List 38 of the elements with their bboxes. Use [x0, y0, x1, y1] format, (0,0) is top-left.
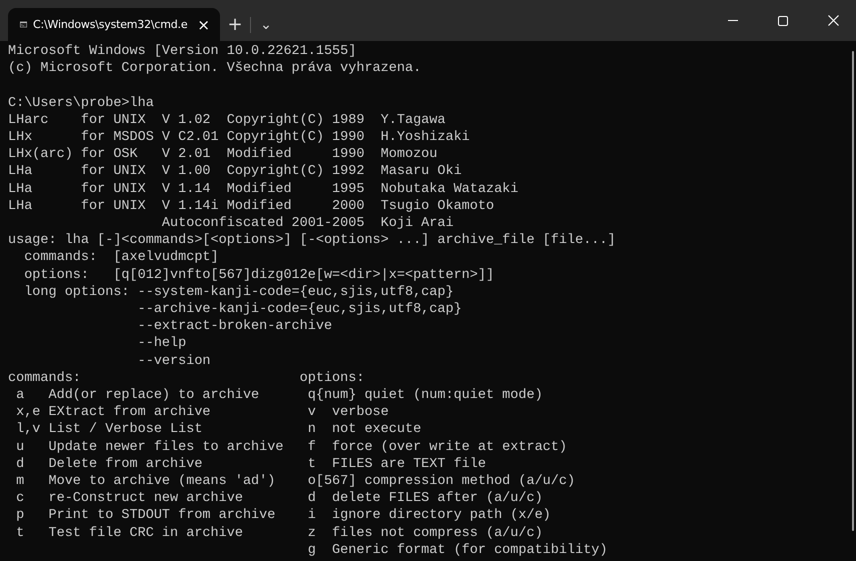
terminal-line: --version	[136, 352, 211, 370]
terminal-line: LHa for UNIX V 1.14 Modified 1995 Nobutaka Watazaki	[8, 180, 518, 198]
terminal-tab[interactable]: C:\Windows\system32\cmd.e ×	[8, 8, 220, 41]
terminal-line: t Test file CRC in archive z files not compress (a/u/c)	[15, 524, 543, 542]
terminal-line: Autoconfiscated 2001-2005 Koji Arai	[160, 215, 454, 232]
scrollbar[interactable]	[852, 51, 854, 531]
close-icon	[828, 15, 838, 26]
terminal-line: LHarc for UNIX V 1.02 Copyright(C) 1989 Y.Tagawa	[8, 112, 446, 129]
maximize-icon	[778, 16, 788, 26]
terminal-line: g Generic format (for compatibility)	[306, 542, 608, 560]
terminal-line: LHx(arc) for OSK V 2.01 Modified 1990 Momozou	[8, 146, 438, 164]
terminal-line: commands: [axelvudmcpt]	[23, 249, 219, 267]
terminal-line: --help	[136, 335, 186, 353]
terminal-line: --archive-kanji-code={euc,sjis,utf8,cap}	[136, 301, 462, 318]
minimize-icon	[728, 20, 738, 21]
terminal-line: --extract-broken-archive	[136, 318, 332, 336]
terminal-line: u Update newer files to archive f force (over write at extract)	[15, 438, 567, 456]
terminal-line: LHa for UNIX V 1.00 Copyright(C) 1992 Masaru Oki	[8, 163, 462, 181]
dropdown-button[interactable]: ⌄	[251, 8, 281, 41]
terminal-line: (c) Microsoft Corporation. Všechna práva vyhrazena.	[8, 60, 422, 78]
terminal-line: options: [q[012]vnfto[567]dizg012e[w=<dir>|x=<pattern>]]	[23, 266, 494, 284]
terminal-line: C:\Users\probe>lha	[8, 94, 154, 112]
tab-title: C:\Windows\system32\cmd.e	[33, 18, 188, 31]
terminal-line: x,e EXtract from archive v verbose	[15, 404, 389, 422]
terminal-line: l,v List / Verbose List n not execute	[15, 421, 422, 439]
terminal-line: c re-Construct new archive d delete FILES after (a/u/c)	[15, 490, 543, 508]
terminal-line: Microsoft Windows [Version 10.0.22621.1555]	[8, 43, 356, 60]
terminal-line: LHa for UNIX V 1.14i Modified 2000 Tsugio Okamoto	[8, 198, 494, 216]
terminal-line: long options: --system-kanji-code={euc,sjis,utf8,cap}	[23, 284, 454, 302]
terminal-line: d Delete from archive t FILES are TEXT file	[15, 456, 486, 474]
terminal-line: p Print to STDOUT from archive i ignore directory path (x/e)	[15, 507, 551, 525]
terminal-line: m Move to archive (means 'ad') o[567] compression method (a/u/c)	[15, 473, 576, 490]
new-tab-button[interactable]: +	[220, 8, 250, 41]
terminal-line: a Add(or replace) to archive q{num} quiet (num:quiet mode)	[15, 387, 543, 404]
terminal-line: LHx for MSDOS V C2.01 Copyright(C) 1990 H.Yoshizaki	[8, 129, 470, 146]
close-tab-button[interactable]: ×	[193, 16, 214, 34]
terminal-line: commands: options:	[8, 370, 364, 388]
terminal-line: usage: lha [-]<commands>[<options>] [-<options> ...] archive_file [file...]	[8, 232, 616, 250]
